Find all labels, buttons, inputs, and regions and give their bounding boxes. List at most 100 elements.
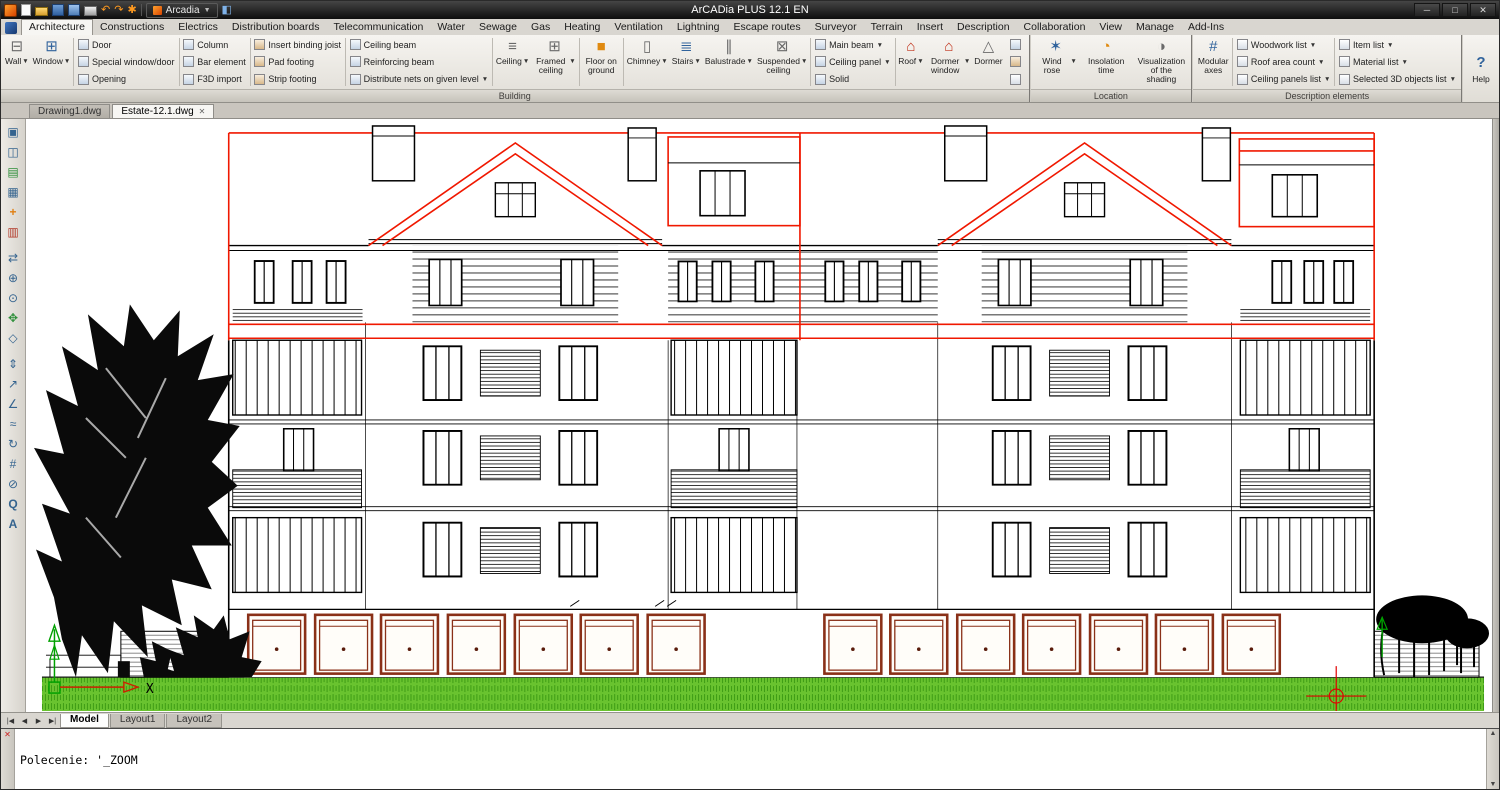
format-painter-button[interactable] xyxy=(1007,72,1025,87)
scroll-up-icon[interactable]: ▲ xyxy=(1490,730,1497,737)
main-beam-button[interactable]: Main beam▼ xyxy=(813,37,892,53)
dormer-button[interactable]: △ Dormer xyxy=(972,36,1004,88)
text-tool-icon[interactable]: A xyxy=(3,514,24,533)
tab-sewage[interactable]: Sewage xyxy=(472,20,524,35)
pad-footing-button[interactable]: Pad footing xyxy=(252,54,343,70)
insolation-time-button[interactable]: ◔ Insolation time xyxy=(1079,36,1134,88)
swap-view-icon[interactable]: ⇄ xyxy=(3,248,24,267)
wall-button[interactable]: ⊟ Wall▼ xyxy=(3,36,31,88)
first-tab-icon[interactable]: |◀ xyxy=(4,715,17,727)
chimney-button[interactable]: ▯ Chimney▼ xyxy=(625,36,670,88)
angle-icon[interactable]: ∠ xyxy=(3,394,24,413)
app-logo-icon[interactable] xyxy=(4,4,17,17)
tab-telecommunication[interactable]: Telecommunication xyxy=(326,20,430,35)
tab-layout2[interactable]: Layout2 xyxy=(166,714,222,728)
reinforcing-beam-button[interactable]: Reinforcing beam xyxy=(348,54,491,70)
query-icon[interactable]: Q xyxy=(3,494,24,513)
selected-3d-objects-list-button[interactable]: Selected 3D objects list▼ xyxy=(1337,71,1458,87)
rotate-icon[interactable]: ↻ xyxy=(3,434,24,453)
bar-element-button[interactable]: Bar element xyxy=(181,54,248,70)
tab-distribution-boards[interactable]: Distribution boards xyxy=(225,20,327,35)
polyline-icon[interactable]: ≈ xyxy=(3,414,24,433)
tab-terrain[interactable]: Terrain xyxy=(864,20,910,35)
modular-axes-button[interactable]: # Modular axes xyxy=(1195,36,1231,88)
ceiling-button[interactable]: ≡ Ceiling▼ xyxy=(494,36,531,88)
tab-constructions[interactable]: Constructions xyxy=(93,20,171,35)
ribbon-home-icon[interactable] xyxy=(5,22,17,34)
scroll-down-icon[interactable]: ▼ xyxy=(1490,781,1497,788)
tab-ventilation[interactable]: Ventilation xyxy=(607,20,669,35)
close-button[interactable]: ✕ xyxy=(1470,3,1496,17)
doc-tab-estate[interactable]: Estate-12.1.dwg✕ xyxy=(112,104,214,118)
window-button[interactable]: ⊞ Window▼ xyxy=(31,36,73,88)
woodwork-list-button[interactable]: Woodwork list▼ xyxy=(1235,37,1332,53)
next-tab-icon[interactable]: ▶ xyxy=(32,715,45,727)
distribute-nets-button[interactable]: Distribute nets on given level▼ xyxy=(348,71,491,87)
hatch-icon[interactable]: # xyxy=(3,454,24,473)
tab-model[interactable]: Model xyxy=(60,714,109,728)
dormer-window-button[interactable]: ⌂ Dormer window▼ xyxy=(926,36,973,88)
tab-gas[interactable]: Gas xyxy=(524,20,557,35)
layers-table-icon[interactable]: ▤ xyxy=(3,162,24,181)
previous-tab-icon[interactable]: ◀ xyxy=(18,715,31,727)
project-manager-icon[interactable]: ▣ xyxy=(3,122,24,141)
tab-electrics[interactable]: Electrics xyxy=(171,20,225,35)
open-folder-icon[interactable] xyxy=(35,7,48,16)
tab-description[interactable]: Description xyxy=(950,20,1017,35)
ceiling-beam-button[interactable]: Ceiling beam xyxy=(348,37,491,53)
roof-button[interactable]: ⌂ Roof▼ xyxy=(896,36,925,88)
zoom-in-icon[interactable]: ⊕ xyxy=(3,268,24,287)
grid-icon[interactable]: ▦ xyxy=(3,182,24,201)
move-icon[interactable]: ↗ xyxy=(3,374,24,393)
f3d-import-button[interactable]: F3D import xyxy=(181,71,248,87)
special-window-door-button[interactable]: Special window/door xyxy=(76,54,177,70)
roof-area-count-button[interactable]: Roof area count▼ xyxy=(1235,54,1332,70)
minimize-button[interactable]: ─ xyxy=(1414,3,1440,17)
vertical-move-icon[interactable]: ⇕ xyxy=(3,354,24,373)
redo-icon[interactable]: ↷ xyxy=(114,4,123,17)
item-list-button[interactable]: Item list▼ xyxy=(1337,37,1458,53)
selection-icon[interactable]: ▥ xyxy=(3,222,24,241)
title-bar[interactable]: ↶ ↷ ✱ Arcadia ▼ ◧ ArCADia PLUS 12.1 EN ─… xyxy=(1,1,1499,19)
suspended-ceiling-button[interactable]: ⊠ Suspended ceiling▼ xyxy=(755,36,809,88)
doc-tab-drawing1[interactable]: Drawing1.dwg xyxy=(29,104,110,118)
wind-rose-button[interactable]: ✶ Wind rose▼ xyxy=(1033,36,1079,88)
tab-lightning[interactable]: Lightning xyxy=(670,20,727,35)
tab-manage[interactable]: Manage xyxy=(1129,20,1181,35)
copy-view-button[interactable] xyxy=(1007,37,1025,52)
material-list-button[interactable]: Material list▼ xyxy=(1337,54,1458,70)
tab-escape-routes[interactable]: Escape routes xyxy=(727,20,808,35)
arcadia-menu-button[interactable]: Arcadia ▼ xyxy=(146,3,218,18)
tab-insert[interactable]: Insert xyxy=(910,20,950,35)
opening-button[interactable]: Opening xyxy=(76,71,177,87)
tab-surveyor[interactable]: Surveyor xyxy=(808,20,864,35)
tab-heating[interactable]: Heating xyxy=(557,20,607,35)
ceiling-panel-button[interactable]: Ceiling panel▼ xyxy=(813,54,892,70)
pan-icon[interactable]: ✥ xyxy=(3,308,24,327)
drawing-canvas[interactable]: X xyxy=(26,119,1492,712)
column-button[interactable]: Column xyxy=(181,37,248,53)
stairs-button[interactable]: ≣ Stairs▼ xyxy=(670,36,703,88)
undo-icon[interactable]: ↶ xyxy=(101,4,110,17)
print-icon[interactable] xyxy=(84,6,97,16)
help-button[interactable]: ? Help xyxy=(1463,35,1499,102)
ceiling-panels-list-button[interactable]: Ceiling panels list▼ xyxy=(1235,71,1332,87)
solid-button[interactable]: Solid xyxy=(813,71,892,87)
tab-view[interactable]: View xyxy=(1092,20,1129,35)
tab-architecture[interactable]: Architecture xyxy=(21,19,93,35)
paste-style-button[interactable] xyxy=(1007,54,1025,69)
settings-icon[interactable]: ✱ xyxy=(127,4,136,17)
tab-add-ins[interactable]: Add-Ins xyxy=(1181,20,1231,35)
save-icon[interactable] xyxy=(52,4,64,16)
save-all-icon[interactable] xyxy=(68,4,80,16)
tab-layout1[interactable]: Layout1 xyxy=(110,714,166,728)
command-panel-close-button[interactable]: ✕ xyxy=(1,729,15,789)
close-tab-icon[interactable]: ✕ xyxy=(199,107,206,116)
floor-on-ground-button[interactable]: ■ Floor on ground xyxy=(580,36,622,88)
framed-ceiling-button[interactable]: ⊞ Framed ceiling▼ xyxy=(531,36,577,88)
command-scrollbar[interactable]: ▲ ▼ xyxy=(1486,729,1499,789)
maximize-button[interactable]: □ xyxy=(1442,3,1468,17)
strip-footing-button[interactable]: Strip footing xyxy=(252,71,343,87)
palette-icon[interactable]: ◧ xyxy=(222,4,232,17)
tab-water[interactable]: Water xyxy=(430,20,472,35)
